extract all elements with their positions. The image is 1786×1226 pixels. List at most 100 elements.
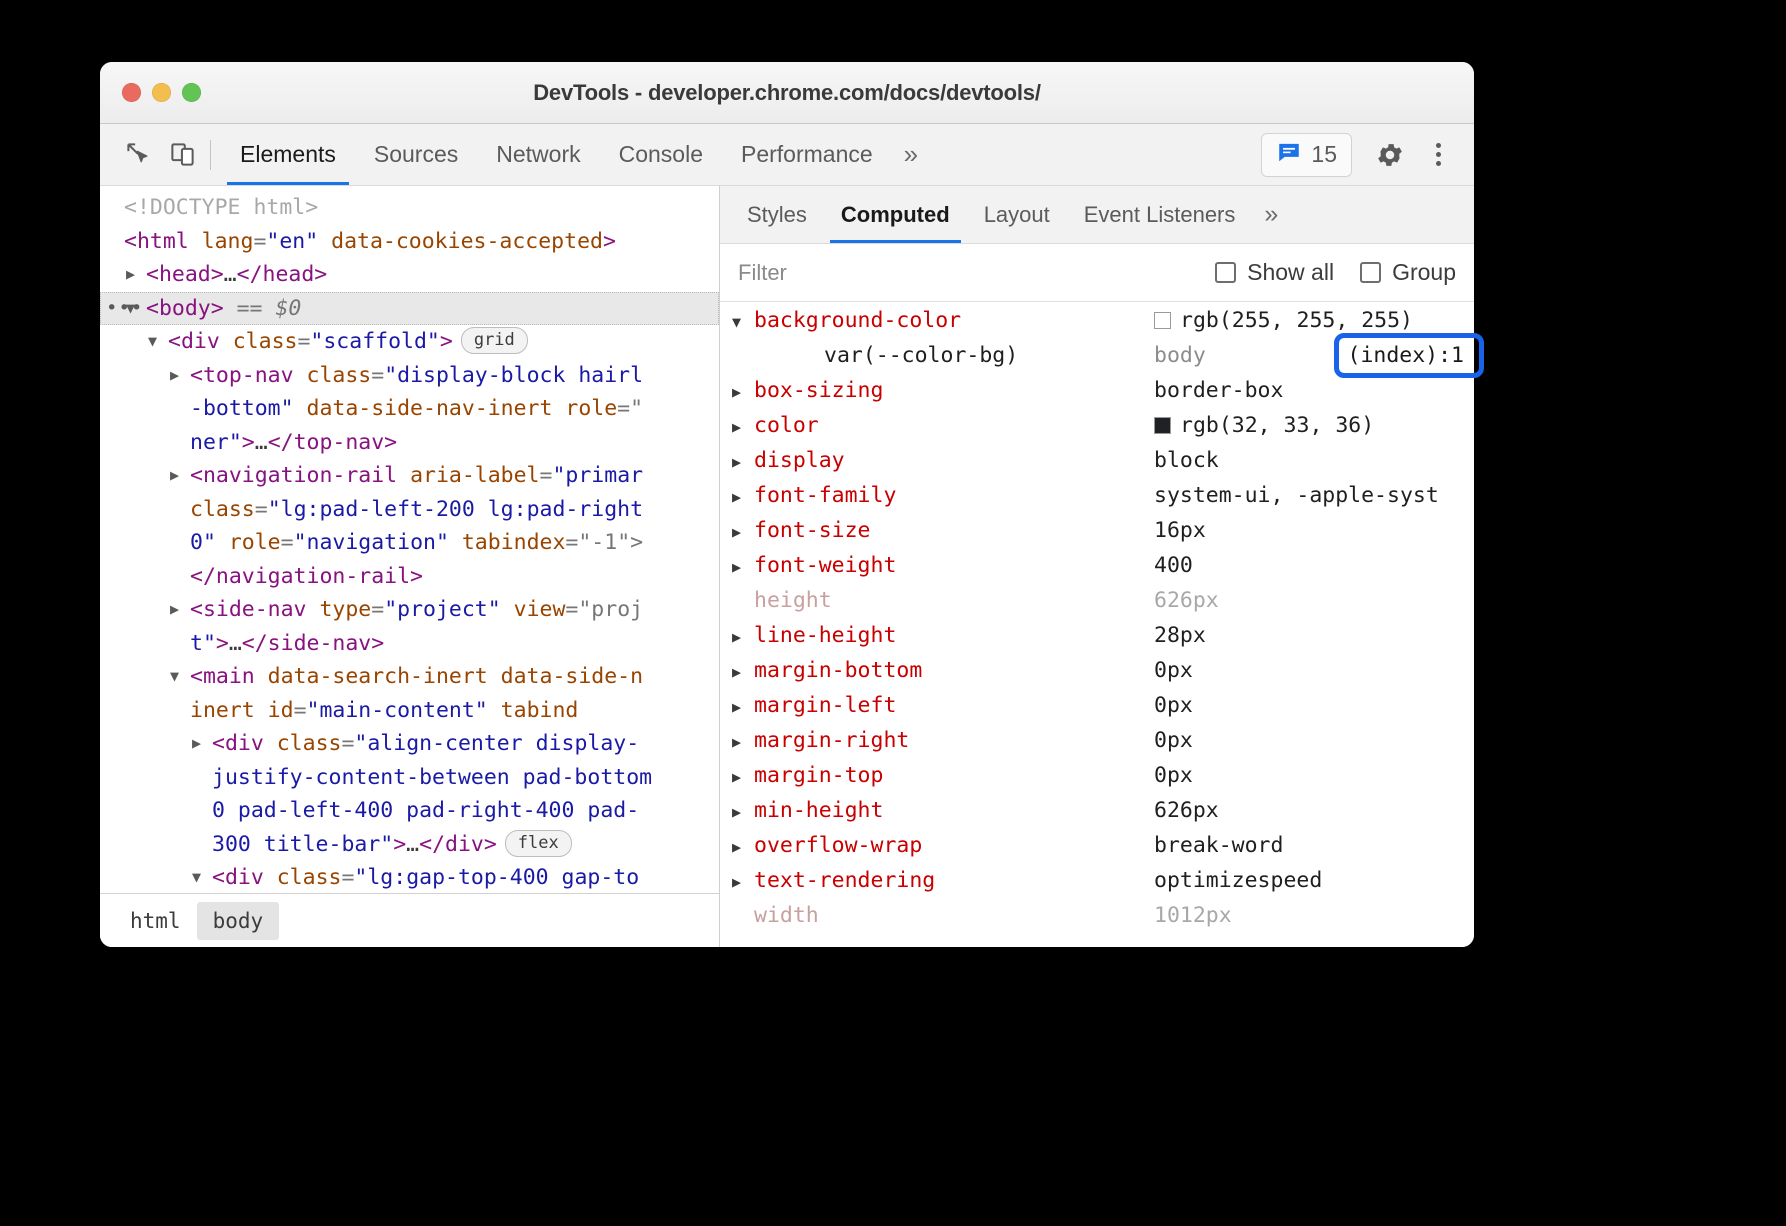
node-more-icon[interactable]: ••• (106, 292, 143, 326)
dom-tree-node[interactable]: ner">…</top-nav> (100, 426, 719, 460)
minimize-window-button[interactable] (152, 83, 171, 102)
expand-triangle-icon[interactable] (732, 453, 754, 471)
dom-tree-node[interactable]: 300 title-bar">…</div>flex (100, 828, 719, 862)
expand-triangle-icon[interactable] (170, 359, 179, 393)
dom-tree-node[interactable]: <!DOCTYPE html> (100, 191, 719, 225)
dom-token: -bottom" (190, 396, 294, 421)
tab-performance[interactable]: Performance (722, 124, 892, 185)
dom-tree-node[interactable]: <main data-search-inert data-side-n (100, 660, 719, 694)
expand-triangle-icon[interactable] (732, 698, 754, 716)
dom-tree-node[interactable]: class="lg:pad-left-200 lg:pad-right (100, 493, 719, 527)
collapse-triangle-icon[interactable] (170, 660, 179, 694)
expand-triangle-icon[interactable] (126, 258, 135, 292)
computed-properties-list[interactable]: background-colorrgb(255, 255, 255)var(--… (720, 302, 1474, 947)
breadcrumb-item-body[interactable]: body (197, 902, 280, 940)
close-window-button[interactable] (122, 83, 141, 102)
computed-property-row[interactable]: height626px (720, 588, 1474, 623)
expand-triangle-icon[interactable] (732, 768, 754, 786)
device-toolbar-icon[interactable] (160, 133, 204, 177)
tab-network[interactable]: Network (477, 124, 599, 185)
computed-property-row[interactable]: font-size16px (720, 518, 1474, 553)
expand-triangle-icon[interactable] (732, 873, 754, 891)
show-all-checkbox[interactable]: Show all (1215, 259, 1334, 286)
group-checkbox[interactable]: Group (1360, 259, 1456, 286)
computed-property-row[interactable]: margin-bottom0px (720, 658, 1474, 693)
expand-triangle-icon[interactable] (732, 418, 754, 436)
color-swatch[interactable] (1154, 417, 1171, 434)
dom-tree-node[interactable]: •••<body> == $0 (100, 292, 719, 326)
dom-tree-node[interactable]: 0 pad-left-400 pad-right-400 pad- (100, 794, 719, 828)
dom-tree-node[interactable]: <top-nav class="display-block hairl (100, 359, 719, 393)
tab-event-listeners[interactable]: Event Listeners (1067, 186, 1253, 243)
tab-sources[interactable]: Sources (355, 124, 477, 185)
computed-property-row[interactable]: box-sizingborder-box (720, 378, 1474, 413)
tab-computed[interactable]: Computed (824, 186, 967, 243)
collapse-triangle-icon[interactable] (732, 313, 754, 331)
dom-tree-node[interactable]: <html lang="en" data-cookies-accepted> (100, 225, 719, 259)
dom-tree-node[interactable]: justify-content-between pad-bottom (100, 761, 719, 795)
expand-triangle-icon[interactable] (732, 628, 754, 646)
dom-tree-node[interactable]: <div class="align-center display- (100, 727, 719, 761)
computed-property-row[interactable]: text-renderingoptimizespeed (720, 868, 1474, 903)
tab-console[interactable]: Console (600, 124, 722, 185)
computed-property-row[interactable]: margin-top0px (720, 763, 1474, 798)
tab-styles[interactable]: Styles (730, 186, 824, 243)
computed-property-row[interactable]: font-weight400 (720, 553, 1474, 588)
dom-token: t" (190, 631, 216, 656)
computed-property-row[interactable]: background-colorrgb(255, 255, 255) (720, 308, 1474, 343)
dom-tree-node[interactable]: inert id="main-content" tabind (100, 694, 719, 728)
dom-tree[interactable]: <!DOCTYPE html><html lang="en" data-cook… (100, 186, 719, 893)
side-more-tabs-chevron-icon[interactable]: » (1252, 186, 1290, 243)
dom-token: ="proj (565, 597, 643, 622)
expand-triangle-icon[interactable] (732, 523, 754, 541)
computed-property-row[interactable]: width1012px (720, 903, 1474, 938)
computed-property-row[interactable]: font-familysystem-ui, -apple-syst (720, 483, 1474, 518)
maximize-window-button[interactable] (182, 83, 201, 102)
dom-tree-node[interactable]: <div class="scaffold">grid (100, 325, 719, 359)
computed-property-row[interactable]: margin-right0px (720, 728, 1474, 763)
dom-node-text: 0" role="navigation" tabindex="-1"> (124, 530, 643, 555)
layout-badge-grid[interactable]: grid (461, 327, 528, 354)
expand-triangle-icon[interactable] (170, 459, 179, 493)
expand-triangle-icon[interactable] (732, 663, 754, 681)
tab-elements[interactable]: Elements (221, 124, 355, 185)
computed-property-row[interactable]: margin-left0px (720, 693, 1474, 728)
computed-property-row[interactable]: line-height28px (720, 623, 1474, 658)
expand-triangle-icon[interactable] (732, 838, 754, 856)
more-tabs-chevron-icon[interactable]: » (892, 124, 932, 185)
inspect-cursor-icon[interactable] (116, 133, 160, 177)
expand-triangle-icon[interactable] (192, 727, 201, 761)
expand-triangle-icon[interactable] (732, 733, 754, 751)
dom-token: class (233, 329, 298, 354)
dom-tree-node[interactable]: -bottom" data-side-nav-inert role=" (100, 392, 719, 426)
expand-triangle-icon[interactable] (732, 383, 754, 401)
expand-triangle-icon[interactable] (732, 488, 754, 506)
collapse-triangle-icon[interactable] (126, 292, 135, 326)
tab-layout[interactable]: Layout (967, 186, 1067, 243)
computed-property-row[interactable]: min-height626px (720, 798, 1474, 833)
collapse-triangle-icon[interactable] (148, 325, 157, 359)
kebab-menu-icon[interactable] (1420, 133, 1456, 177)
computed-property-row[interactable]: colorrgb(32, 33, 36) (720, 413, 1474, 448)
expand-triangle-icon[interactable] (732, 558, 754, 576)
collapse-triangle-icon[interactable] (192, 861, 201, 893)
dom-tree-node[interactable]: 0" role="navigation" tabindex="-1"> (100, 526, 719, 560)
stylesheet-source-link[interactable]: (index):1 (1348, 343, 1465, 368)
dom-tree-node[interactable]: <div class="lg:gap-top-400 gap-to (100, 861, 719, 893)
dom-tree-node[interactable]: </navigation-rail> (100, 560, 719, 594)
dom-tree-node[interactable]: <navigation-rail aria-label="primar (100, 459, 719, 493)
show-all-label: Show all (1247, 259, 1334, 286)
filter-input[interactable] (738, 260, 1189, 286)
dom-tree-node[interactable]: <side-nav type="project" view="proj (100, 593, 719, 627)
expand-triangle-icon[interactable] (732, 803, 754, 821)
gear-icon[interactable] (1368, 133, 1412, 177)
layout-badge-flex[interactable]: flex (505, 830, 572, 857)
dom-tree-node[interactable]: <head>…</head> (100, 258, 719, 292)
expand-triangle-icon[interactable] (170, 593, 179, 627)
computed-property-row[interactable]: displayblock (720, 448, 1474, 483)
breadcrumb-item-html[interactable]: html (114, 902, 197, 940)
computed-property-row[interactable]: overflow-wrapbreak-word (720, 833, 1474, 868)
dom-tree-node[interactable]: t">…</side-nav> (100, 627, 719, 661)
message-count-badge[interactable]: 15 (1261, 133, 1352, 177)
color-swatch[interactable] (1154, 312, 1171, 329)
